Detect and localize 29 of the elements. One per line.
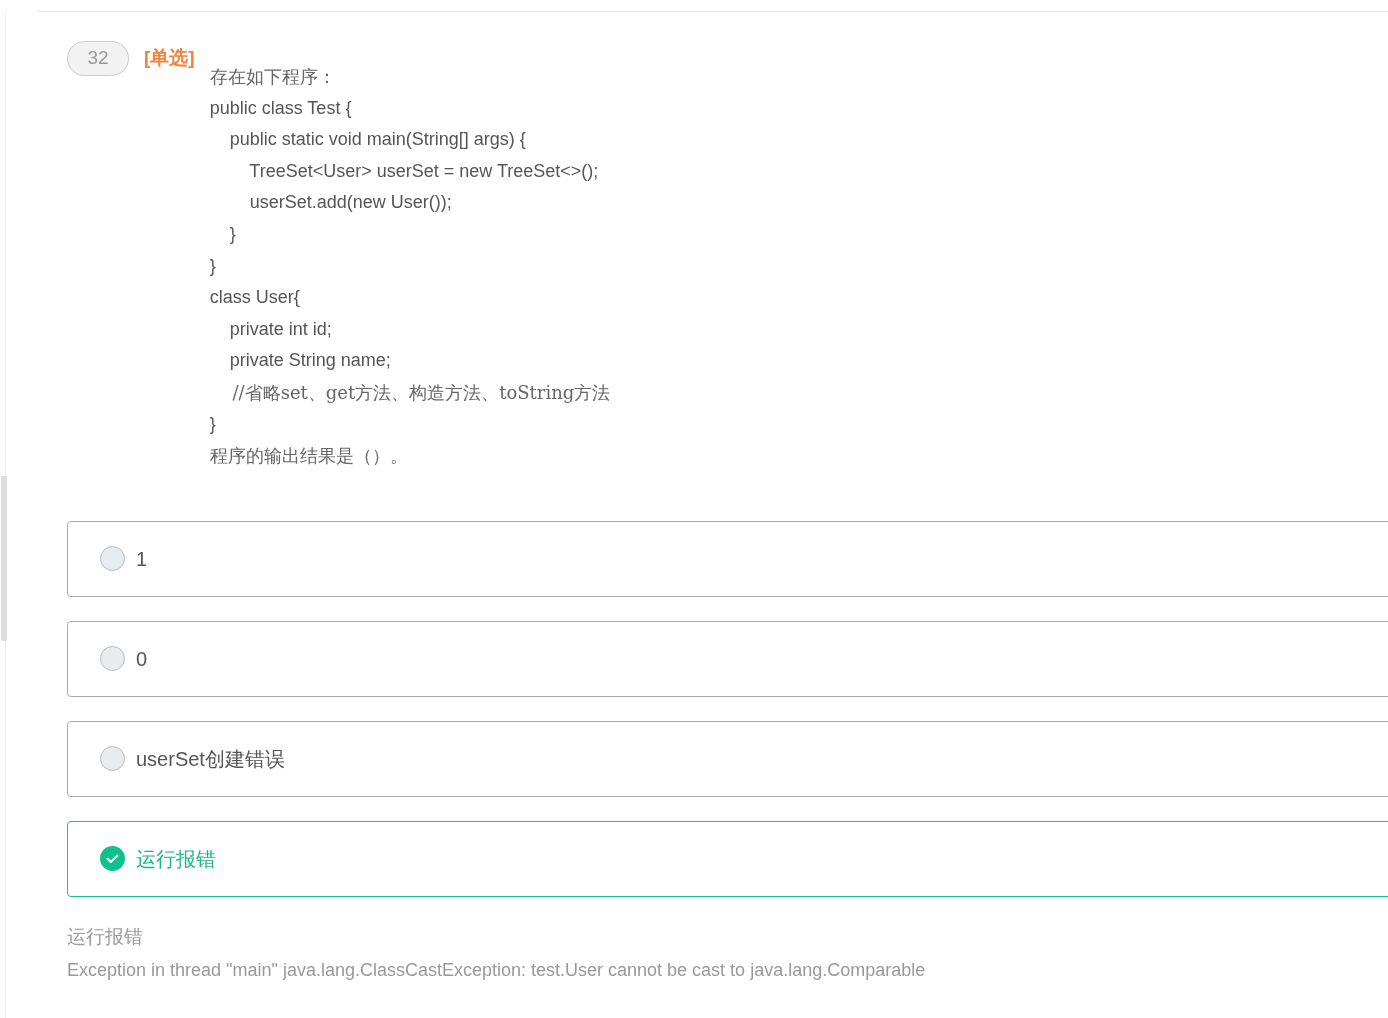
code-line: userSet.add(new User()); bbox=[248, 191, 453, 215]
code-line: TreeSet<User> userSet = new TreeSet<>(); bbox=[248, 159, 600, 183]
answer-option[interactable]: 0 bbox=[67, 620, 1388, 697]
radio-button[interactable] bbox=[100, 546, 125, 572]
explanation-text: Exception in thread "main" java.lang.ClassCastException: test.User cannot be cast to java.lang.Comparable bbox=[67, 959, 927, 983]
code-line: } bbox=[228, 222, 237, 246]
code-line: public class Test { bbox=[209, 96, 353, 120]
radio-button[interactable] bbox=[100, 746, 125, 772]
code-line: private String name; bbox=[228, 349, 392, 373]
radio-button[interactable] bbox=[100, 646, 125, 672]
option-label: 1 bbox=[136, 546, 148, 572]
answer-option[interactable]: userSet创建错误 bbox=[67, 720, 1388, 797]
question-number: 32 bbox=[67, 41, 129, 76]
question-type-tag: [单选] bbox=[144, 44, 195, 472]
code-line: } bbox=[209, 412, 217, 436]
question-text: 程序的输出结果是（）。 bbox=[209, 444, 409, 469]
question-text: 存在如下程序： bbox=[209, 65, 337, 89]
option-label: 运行报错 bbox=[136, 846, 216, 872]
code-line: } bbox=[209, 254, 217, 278]
code-line: public static void main(String[] args) { bbox=[228, 128, 527, 152]
answer-option[interactable]: 1 bbox=[67, 520, 1388, 597]
code-line: class User{ bbox=[209, 286, 301, 310]
code-line: private int id; bbox=[228, 317, 333, 341]
option-label: userSet创建错误 bbox=[136, 746, 285, 772]
question-text: //省略set、get方法、构造方法、toString方法 bbox=[231, 380, 611, 405]
scrollbar-thumb[interactable] bbox=[1, 476, 7, 641]
option-label: 0 bbox=[136, 646, 148, 672]
check-circle-icon bbox=[100, 846, 125, 872]
explanation-answer: 运行报错 bbox=[67, 924, 144, 949]
